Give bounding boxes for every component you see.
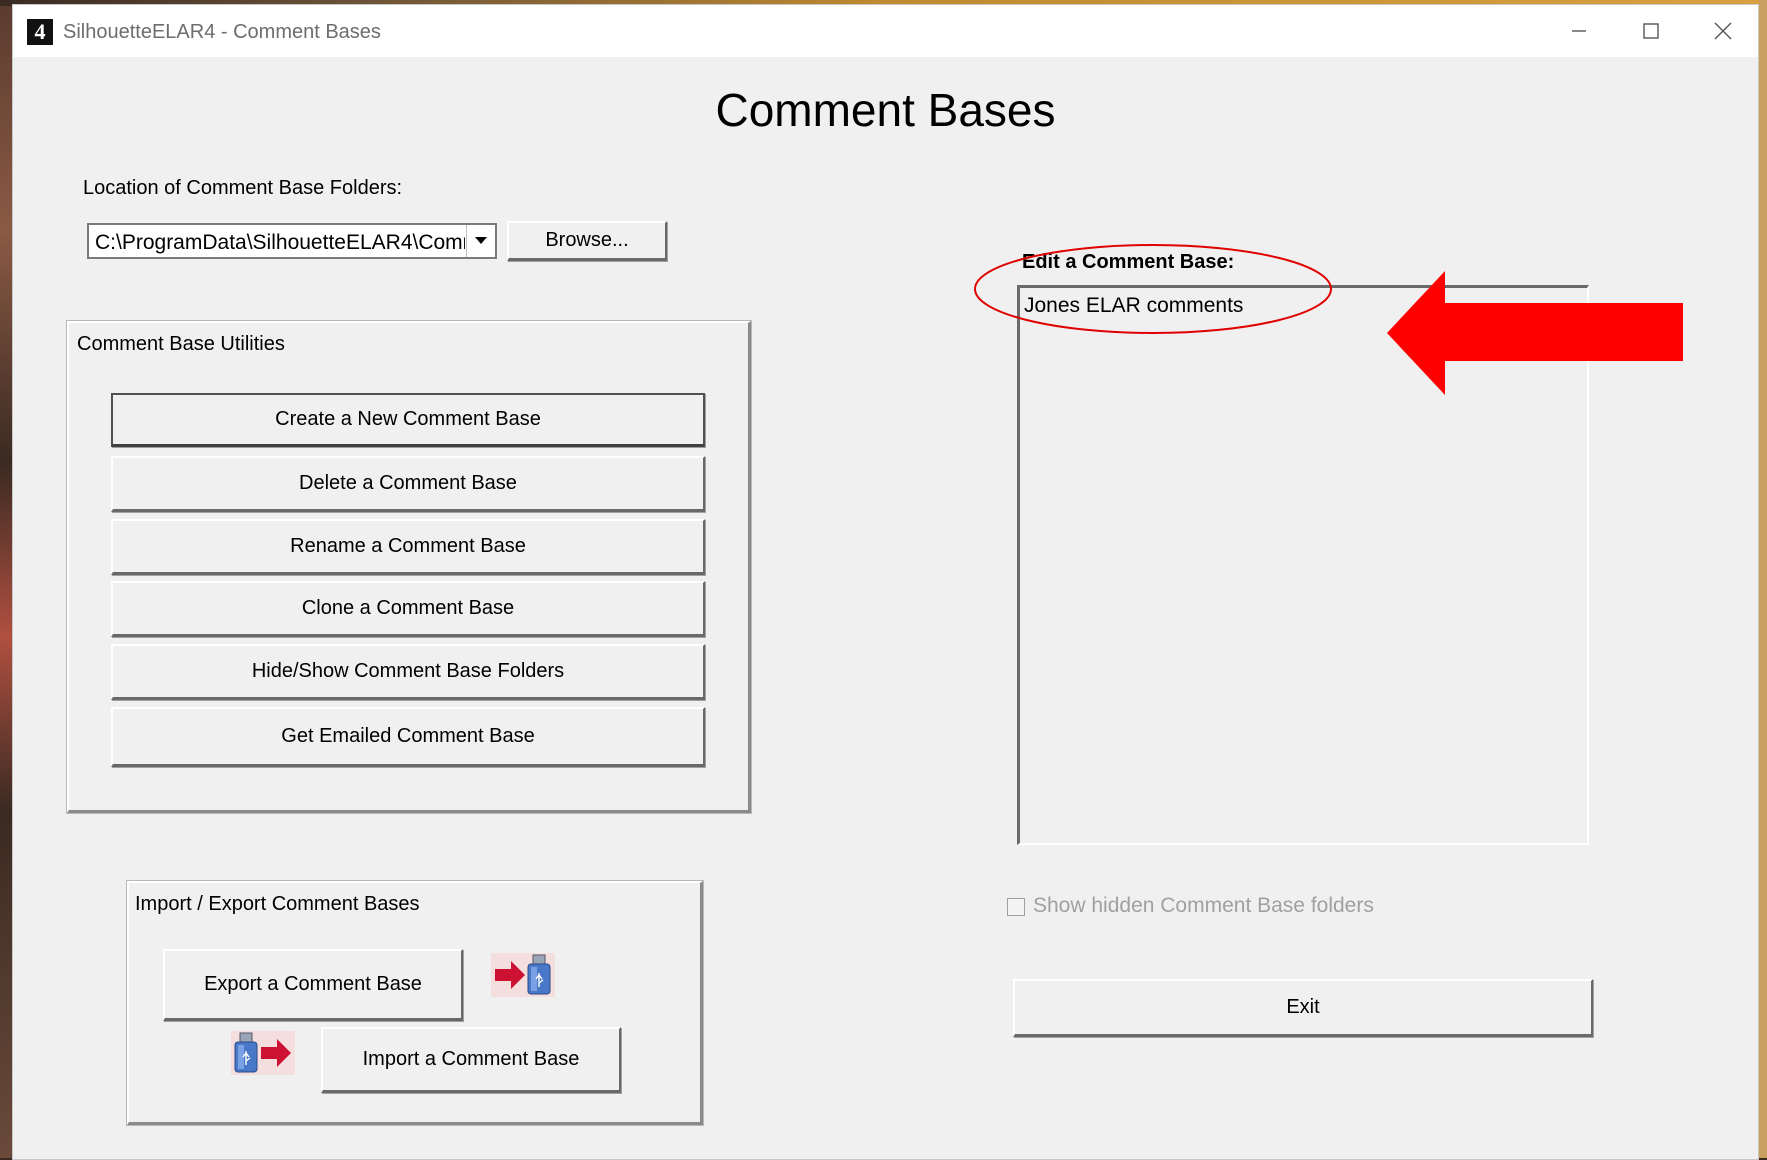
- comment-base-list[interactable]: Jones ELAR comments: [1017, 285, 1589, 845]
- usb-to-arrow-icon: [231, 1031, 295, 1075]
- minimize-button[interactable]: [1543, 5, 1615, 57]
- dropdown-arrow-icon[interactable]: [466, 225, 495, 257]
- close-button[interactable]: [1687, 5, 1759, 57]
- close-icon: [1714, 22, 1732, 40]
- show-hidden-checkbox[interactable]: [1007, 898, 1025, 916]
- window-title: SilhouetteELAR4 - Comment Bases: [63, 21, 381, 43]
- utilities-group-title: Comment Base Utilities: [77, 333, 285, 355]
- rename-comment-base-button[interactable]: Rename a Comment Base: [111, 519, 705, 575]
- minimize-icon: [1572, 30, 1586, 32]
- hide-show-folders-button[interactable]: Hide/Show Comment Base Folders: [111, 644, 705, 700]
- edit-comment-base-label: Edit a Comment Base:: [1022, 251, 1235, 273]
- exit-button[interactable]: Exit: [1013, 979, 1593, 1037]
- page-title: Comment Bases: [715, 84, 1056, 136]
- arrow-to-usb-icon: [491, 953, 555, 997]
- clone-comment-base-button[interactable]: Clone a Comment Base: [111, 581, 705, 637]
- location-label: Location of Comment Base Folders:: [83, 177, 403, 199]
- browse-button[interactable]: Browse...: [507, 221, 667, 261]
- location-path-value: C:\ProgramData\SilhouetteELAR4\Comment B…: [95, 231, 465, 254]
- app-logo-icon: 4: [27, 19, 53, 45]
- get-emailed-comment-base-button[interactable]: Get Emailed Comment Base: [111, 707, 705, 767]
- app-window: 4 SilhouetteELAR4 - Comment Bases Commen…: [12, 4, 1759, 1160]
- import-export-group-title: Import / Export Comment Bases: [135, 893, 420, 915]
- delete-comment-base-button[interactable]: Delete a Comment Base: [111, 456, 705, 512]
- import-comment-base-button[interactable]: Import a Comment Base: [321, 1027, 621, 1093]
- location-path-dropdown[interactable]: C:\ProgramData\SilhouetteELAR4\Comment B…: [87, 223, 497, 259]
- title-bar[interactable]: 4 SilhouetteELAR4 - Comment Bases: [13, 5, 1758, 57]
- show-hidden-label: Show hidden Comment Base folders: [1033, 894, 1374, 917]
- desktop-background-right: [1759, 0, 1767, 1158]
- maximize-button[interactable]: [1615, 5, 1687, 57]
- list-item[interactable]: Jones ELAR comments: [1024, 294, 1243, 318]
- export-comment-base-button[interactable]: Export a Comment Base: [163, 949, 463, 1021]
- maximize-icon: [1643, 23, 1659, 39]
- create-comment-base-button[interactable]: Create a New Comment Base: [111, 393, 705, 447]
